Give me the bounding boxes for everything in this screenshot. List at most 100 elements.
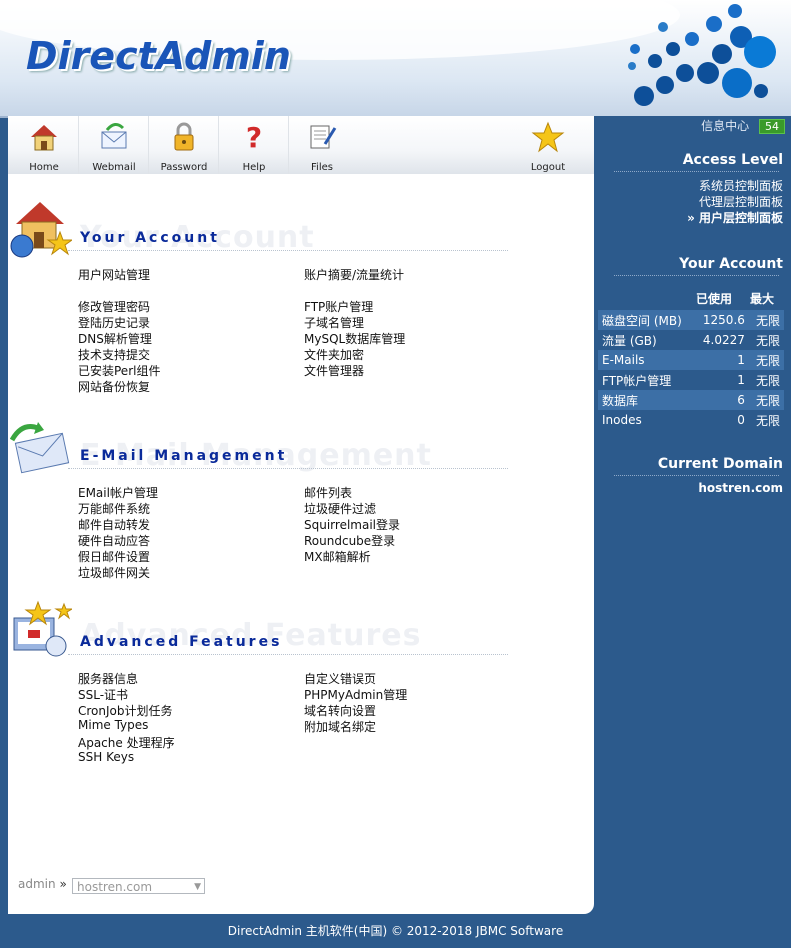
star-icon [531,120,565,154]
usage-max: 无限 [755,333,780,348]
help-button[interactable]: ? Help [220,116,289,174]
svg-text:?: ? [246,121,262,154]
your-account-heading: Your Account [679,256,783,272]
usage-label: 磁盘空间 (MB) [598,310,695,330]
mysql-management-link[interactable]: MySQL数据库管理 [304,330,405,347]
folder-files-icon [305,120,339,154]
breadcrumb-separator: » [59,877,67,891]
apache-handlers-link[interactable]: Apache 处理程序 [78,734,175,751]
perl-modules-link[interactable]: 已安装Perl组件 [78,362,160,379]
usage-used: 6 [694,390,749,410]
directadmin-logo: DirectAdmin [26,34,291,78]
file-manager-link[interactable]: 文件管理器 [304,362,364,379]
your-account-section: Your Account Your Account 用户网站管理 修改管理密码 … [8,198,594,398]
table-row: 数据库 6 无限 [598,390,784,410]
used-column-header: 已使用 [696,292,733,306]
forwarders-link[interactable]: 邮件自动转发 [78,516,150,533]
divider [614,275,779,276]
home-button[interactable]: Home [10,116,79,174]
current-domain-heading: Current Domain [657,456,783,472]
table-row: E-Mails 1 无限 [598,350,784,370]
copyright-text: DirectAdmin 主机软件(中国) © 2012-2018 JBMC So… [227,924,564,938]
change-password-link[interactable]: 修改管理密码 [78,298,150,315]
usage-used: 1 [737,373,745,387]
usage-used: 1 [694,350,749,370]
mx-records-link[interactable]: MX邮箱解析 [304,548,371,565]
usage-label: Inodes [602,413,642,427]
house-icon [27,120,61,154]
question-icon: ? [237,120,271,154]
access-level-list: 系统员控制面板 代理层控制面板 » 用户层控制面板 [687,178,783,226]
current-domain-value[interactable]: hostren.com [698,481,783,495]
header-banner: DirectAdmin [0,0,791,118]
email-management-section: E-Mail Management E-Mail Management EMai… [8,418,594,588]
divider [68,654,508,655]
domain-redirect-link[interactable]: 域名转向设置 [304,702,376,719]
usage-table: 磁盘空间 (MB) 1250.6 无限 流量 (GB) 4.0227 无限 E-… [598,310,784,430]
domain-select[interactable]: hostren.com ▼ [72,878,205,894]
mailing-lists-link[interactable]: 邮件列表 [304,484,352,501]
info-center[interactable]: 信息中心 54 [701,117,785,134]
support-ticket-link[interactable]: 技术支持提交 [78,346,150,363]
main-toolbar: Home Webmail Password ? Help Files Logou… [8,116,594,175]
mime-types-link[interactable]: Mime Types [78,718,148,732]
usage-label: 流量 (GB) [602,333,657,348]
autoresponders-link[interactable]: 硬件自动应答 [78,532,150,549]
catchall-email-link[interactable]: 万能邮件系统 [78,500,150,517]
cronjobs-link[interactable]: CronJob计划任务 [78,702,173,719]
main-content: Your Account Your Account 用户网站管理 修改管理密码 … [8,174,594,914]
backup-restore-link[interactable]: 网站备份恢复 [78,378,150,395]
roundcube-link[interactable]: Roundcube登录 [304,532,395,549]
divider [68,468,508,469]
usage-label: E-Mails [598,350,695,370]
info-center-label: 信息中心 [701,119,750,133]
breadcrumb: admin » [18,877,67,891]
sidebar: 信息中心 54 Access Level 系统员控制面板 代理层控制面板 » 用… [594,116,791,914]
table-row: FTP帐户管理 1 无限 [598,370,784,390]
usage-max: 无限 [748,390,784,410]
custom-error-pages-link[interactable]: 自定义错误页 [304,670,376,687]
ssh-keys-link[interactable]: SSH Keys [78,750,134,764]
usage-max: 无限 [755,413,780,428]
account-summary-link[interactable]: 账户摘要/流量统计 [304,266,404,283]
files-button[interactable]: Files [288,116,356,174]
squirrelmail-link[interactable]: Squirrelmail登录 [304,516,400,533]
divider [614,475,779,476]
usage-max: 无限 [748,310,784,330]
login-history-link[interactable]: 登陆历史记录 [78,314,150,331]
account-section-title: Your Account [80,230,220,246]
reseller-level-link[interactable]: 代理层控制面板 [687,194,783,210]
table-row: Inodes 0 无限 [598,410,784,430]
usage-used: 0 [737,413,745,427]
domain-select-value: hostren.com [77,880,153,894]
spam-filters-link[interactable]: 垃圾硬件过滤 [304,500,376,517]
password-button[interactable]: Password [150,116,219,174]
email-accounts-link[interactable]: EMail帐户管理 [78,484,158,501]
divider [614,171,779,172]
ftp-management-link[interactable]: FTP账户管理 [304,298,373,315]
server-info-link[interactable]: 服务器信息 [78,670,138,687]
account-house-icon [10,198,74,260]
user-level-link[interactable]: » 用户层控制面板 [687,210,783,226]
usage-label: FTP帐户管理 [602,373,672,388]
max-column-header: 最大 [750,292,775,306]
subdomain-management-link[interactable]: 子域名管理 [304,314,364,331]
breadcrumb-user[interactable]: admin [18,877,56,891]
domain-pointers-link[interactable]: 附加域名绑定 [304,718,376,735]
vacation-messages-link[interactable]: 假日邮件设置 [78,548,150,565]
spam-gateway-link[interactable]: 垃圾邮件网关 [78,564,150,581]
access-level-heading: Access Level [682,152,783,168]
site-management-link[interactable]: 用户网站管理 [78,266,150,283]
logout-button[interactable]: Logout [514,116,582,174]
mail-icon [97,120,131,154]
admin-level-link[interactable]: 系统员控制面板 [687,178,783,194]
ssl-certificates-link[interactable]: SSL-证书 [78,686,128,703]
table-row: 磁盘空间 (MB) 1250.6 无限 [598,310,784,330]
password-protected-dirs-link[interactable]: 文件夹加密 [304,346,364,363]
webmail-button[interactable]: Webmail [80,116,149,174]
advanced-tools-icon [10,600,74,662]
phpmyadmin-link[interactable]: PHPMyAdmin管理 [304,686,407,703]
advanced-features-section: Advanced Features Advanced Features 服务器信… [8,600,594,780]
dns-management-link[interactable]: DNS解析管理 [78,330,152,347]
usage-used: 1250.6 [694,310,749,330]
